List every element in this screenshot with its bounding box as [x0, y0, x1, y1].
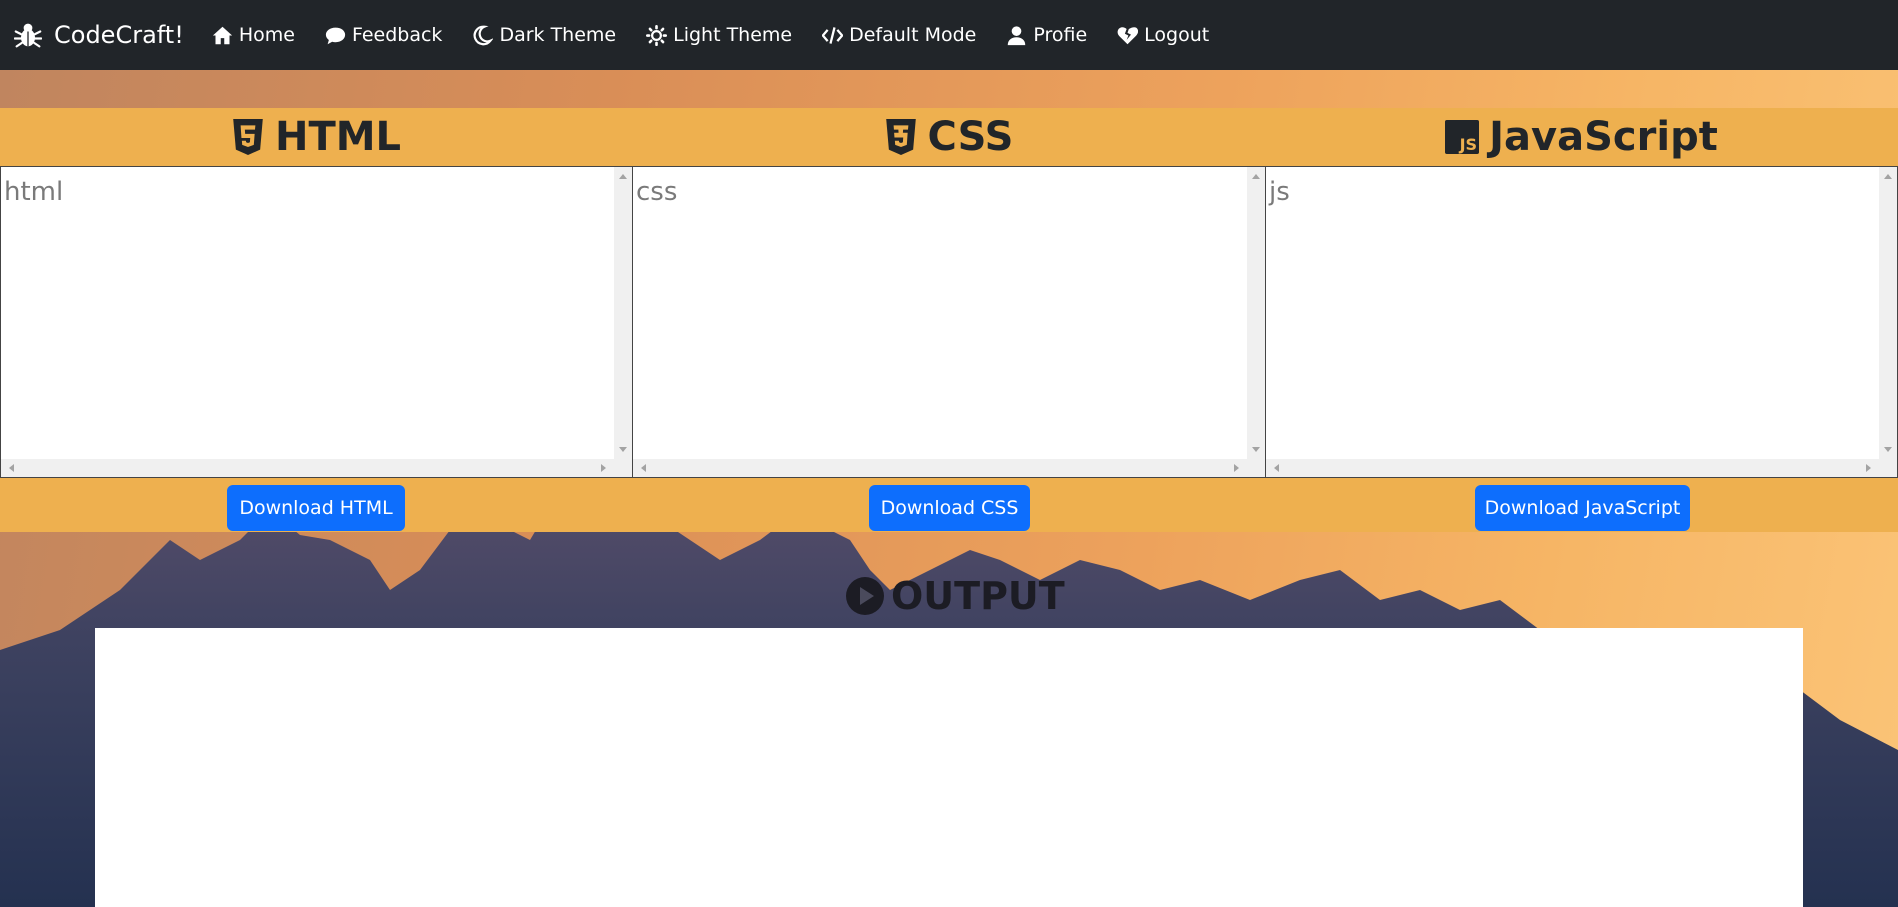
nav-feedback-label: Feedback [351, 24, 443, 46]
comment-icon [325, 27, 346, 44]
scroll-up-arrow-icon[interactable] [1252, 174, 1260, 179]
scroll-up-arrow-icon[interactable] [1884, 174, 1892, 179]
html-horizontal-scrollbar[interactable] [1, 459, 614, 477]
scroll-right-arrow-icon[interactable] [1234, 464, 1239, 472]
js-vertical-scrollbar[interactable] [1879, 167, 1897, 459]
output-frame[interactable] [95, 628, 1803, 907]
nav-light-theme[interactable]: Light Theme [646, 24, 792, 46]
nav-logout-label: Logout [1144, 24, 1210, 46]
css-vertical-scrollbar[interactable] [1247, 167, 1265, 459]
js-editor [1265, 166, 1898, 478]
download-html-button[interactable]: Download HTML [227, 485, 405, 531]
css-editor-title: CSS [632, 108, 1265, 166]
js-horizontal-scrollbar[interactable] [1266, 459, 1879, 477]
moon-icon [474, 25, 494, 45]
nav-profile[interactable]: Profie [1006, 24, 1087, 46]
html-input[interactable] [1, 167, 614, 459]
nav-logout[interactable]: Logout [1117, 24, 1209, 46]
scroll-up-arrow-icon[interactable] [619, 174, 627, 179]
js-editor-title-text: JavaScript [1489, 114, 1718, 160]
js-editor-title: JS JavaScript [1265, 108, 1898, 166]
nav-default-mode[interactable]: Default Mode [822, 24, 976, 46]
js-input[interactable] [1266, 167, 1879, 459]
html-editor [0, 166, 633, 478]
html5-icon [233, 119, 263, 155]
nav-default-mode-label: Default Mode [849, 24, 977, 46]
nav-dark-theme-label: Dark Theme [499, 24, 617, 46]
html-vertical-scrollbar[interactable] [614, 167, 632, 459]
resize-handle-icon[interactable] [614, 459, 632, 477]
download-css-button[interactable]: Download CSS [869, 485, 1030, 531]
heart-crack-icon [1117, 26, 1139, 44]
svg-text:JS: JS [1459, 135, 1478, 154]
nav-dark-theme[interactable]: Dark Theme [472, 24, 616, 46]
output-heading-text: OUTPUT [891, 574, 1065, 618]
resize-handle-icon[interactable] [1879, 459, 1897, 477]
nav-feedback[interactable]: Feedback [325, 24, 442, 46]
home-icon [212, 26, 232, 44]
scroll-left-arrow-icon[interactable] [641, 464, 646, 472]
css-horizontal-scrollbar[interactable] [633, 459, 1247, 477]
nav-home[interactable]: Home [212, 24, 295, 46]
output-heading: OUTPUT [845, 572, 1065, 620]
scroll-left-arrow-icon[interactable] [1274, 464, 1279, 472]
html-editor-title: HTML [0, 108, 632, 166]
html-editor-title-text: HTML [274, 114, 402, 160]
sun-icon [646, 24, 668, 46]
scroll-right-arrow-icon[interactable] [601, 464, 606, 472]
download-javascript-button[interactable]: Download JavaScript [1475, 485, 1690, 531]
brand-link[interactable]: CodeCraft! [14, 21, 184, 49]
nav-home-label: Home [238, 24, 295, 46]
brand-name: CodeCraft! [54, 21, 184, 49]
css-editor-title-text: CSS [927, 114, 1014, 160]
css-editor [632, 166, 1266, 478]
scroll-left-arrow-icon[interactable] [9, 464, 14, 472]
css-input[interactable] [633, 167, 1247, 459]
play-circle-icon [846, 577, 884, 615]
scroll-down-arrow-icon[interactable] [1884, 447, 1892, 452]
code-icon [822, 26, 844, 44]
nav-profile-label: Profie [1033, 24, 1088, 46]
bug-icon [14, 23, 42, 48]
navbar: CodeCraft! Home Feedback Dark Theme Ligh… [0, 0, 1898, 70]
css3-icon [885, 119, 916, 155]
scroll-right-arrow-icon[interactable] [1866, 464, 1871, 472]
nav-light-theme-label: Light Theme [673, 24, 793, 46]
js-icon: JS [1445, 120, 1480, 154]
user-icon [1008, 25, 1026, 45]
resize-handle-icon[interactable] [1247, 459, 1265, 477]
scroll-down-arrow-icon[interactable] [619, 447, 627, 452]
scroll-down-arrow-icon[interactable] [1252, 447, 1260, 452]
